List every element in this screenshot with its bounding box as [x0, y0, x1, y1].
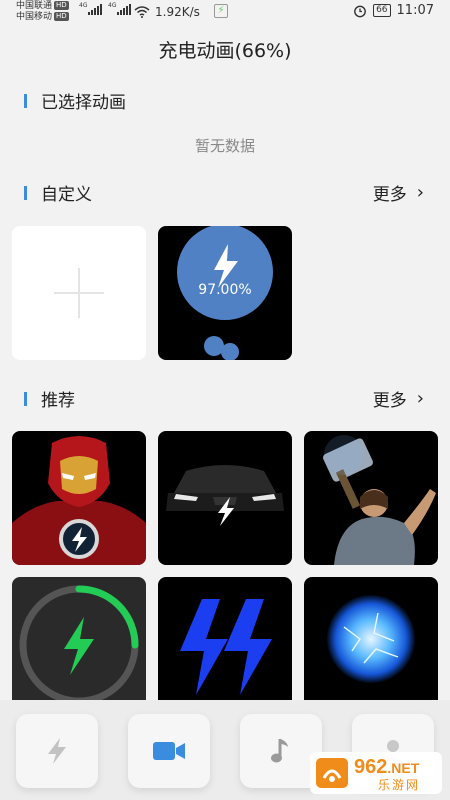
section-accent-bar [24, 391, 27, 406]
bolt-icon [64, 617, 94, 675]
status-bar: 中国联通 HD 中国移动 HD 4G 4G 1.92K/s ⚡ 66 11:07 [0, 0, 450, 24]
music-note-icon [271, 739, 288, 763]
recommend-section-title: 推荐 [41, 391, 75, 411]
wifi-icon [134, 6, 150, 18]
recommend-section-header: 推荐 [24, 386, 75, 411]
recommend-more-button[interactable]: 更多 › [373, 386, 424, 411]
add-custom-animation-button[interactable] [12, 226, 146, 360]
signal-icons: 4G 4G [78, 2, 131, 15]
nav-tab-charging[interactable] [16, 714, 98, 788]
hd-tag: HD [54, 1, 69, 10]
selected-section-header: 已选择动画 [24, 88, 126, 113]
clock: 11:07 [396, 3, 434, 18]
custom-animation-card[interactable]: 97.00% [158, 226, 292, 360]
watermark-number: 962 [354, 756, 388, 778]
watermark-cn: 乐游网 [378, 778, 421, 792]
alarm-icon [354, 5, 366, 17]
recommend-item-energy-orb[interactable] [304, 577, 438, 711]
signal-2-icon: 4G [108, 2, 131, 15]
watermark-net: .NET [387, 760, 420, 776]
selected-section-title: 已选择动画 [41, 93, 126, 113]
page-title: 充电动画(66%) [158, 40, 292, 62]
custom-more-button[interactable]: 更多 › [373, 180, 424, 205]
nav-tab-video[interactable] [128, 714, 210, 788]
section-accent-bar [24, 93, 27, 108]
charging-icon: ⚡ [214, 4, 228, 18]
section-accent-bar [24, 185, 27, 200]
more-label: 更多 [372, 185, 407, 205]
custom-section-title: 自定义 [41, 185, 92, 205]
recommend-item-iron-man[interactable] [12, 431, 146, 565]
video-camera-icon [153, 742, 185, 760]
watermark-logo [316, 758, 348, 788]
custom-section-header: 自定义 [24, 180, 92, 205]
signal-1-icon: 4G [79, 2, 102, 15]
chevron-right-icon: › [416, 388, 424, 409]
recommend-item-thor[interactable] [304, 431, 438, 565]
site-watermark: 962.NET 乐游网 [310, 752, 442, 794]
empty-state-text: 暂无数据 [194, 137, 255, 155]
recommend-item-blue-bolt[interactable] [158, 577, 292, 711]
net-speed: 1.92K/s [155, 5, 200, 19]
carrier-2: 中国移动 [16, 12, 53, 22]
preview-percent: 97.00% [198, 282, 252, 298]
recommend-item-green-ring[interactable] [12, 577, 146, 711]
carrier-1: 中国联通 [16, 1, 53, 11]
battery-indicator: 66 [373, 4, 391, 17]
hd-tag: HD [54, 12, 69, 21]
bolt-icon [48, 738, 66, 764]
more-label: 更多 [372, 391, 407, 411]
carrier-info: 中国联通 HD 中国移动 HD [16, 1, 69, 23]
chevron-right-icon: › [416, 182, 424, 203]
recommend-item-car[interactable] [158, 431, 292, 565]
